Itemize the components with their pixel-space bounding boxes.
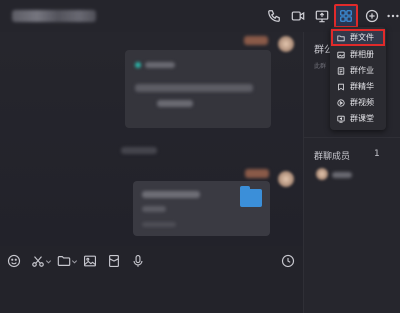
message-text-redacted	[135, 62, 141, 68]
folder-icon	[337, 35, 345, 41]
divider	[304, 137, 400, 138]
menu-item-group-essence[interactable]: 群精华	[332, 79, 384, 94]
announcement-preview: 此群	[314, 63, 327, 70]
album-icon	[337, 51, 345, 58]
message-bubble[interactable]	[125, 50, 271, 128]
menu-item-label: 群精华	[350, 82, 374, 91]
menu-item-group-files[interactable]: 群文件	[331, 29, 385, 46]
member-name-redacted	[332, 172, 352, 178]
menu-item-group-video[interactable]: 群视频	[332, 95, 384, 110]
red-packet-icon[interactable]	[106, 253, 122, 269]
menu-item-group-homework[interactable]: 群作业	[332, 63, 384, 78]
file-source-redacted	[142, 222, 176, 227]
history-clock-icon[interactable]	[280, 253, 296, 269]
homework-icon	[337, 66, 345, 75]
video-icon	[337, 98, 345, 107]
more-icon[interactable]	[386, 8, 400, 24]
message-text-redacted	[145, 62, 175, 68]
menu-item-group-classroom[interactable]: 群课堂	[332, 111, 384, 126]
chevron-down-icon[interactable]	[44, 253, 52, 269]
message-text-redacted	[157, 100, 193, 107]
menu-item-label: 群视频	[350, 98, 374, 107]
message-list[interactable]	[0, 32, 303, 246]
add-icon[interactable]	[364, 8, 380, 24]
sender-name-redacted	[245, 169, 269, 178]
emoji-icon[interactable]	[6, 253, 22, 269]
video-icon[interactable]	[290, 8, 306, 24]
avatar[interactable]	[278, 171, 294, 187]
menu-item-label: 群文件	[350, 33, 374, 42]
input-toolbar	[0, 246, 303, 276]
phone-icon[interactable]	[266, 8, 282, 24]
chevron-down-icon[interactable]	[70, 253, 78, 269]
avatar[interactable]	[278, 36, 294, 52]
file-name-redacted	[142, 191, 200, 198]
menu-item-label: 群作业	[350, 66, 374, 75]
screen-share-icon[interactable]	[314, 8, 330, 24]
avatar[interactable]	[316, 168, 328, 180]
microphone-icon[interactable]	[130, 253, 146, 269]
members-label[interactable]: 群聊成员	[314, 149, 350, 162]
sender-name-redacted	[244, 36, 268, 45]
message-text-redacted	[135, 84, 253, 92]
message-input[interactable]	[0, 276, 303, 313]
apps-grid-icon[interactable]	[338, 8, 354, 24]
chat-window: 群公 此群 群聊成员 1 群文件 群相册 群作业 群精华 群视频 群课堂	[0, 0, 400, 313]
folder-icon	[240, 186, 262, 207]
file-size-redacted	[142, 206, 166, 212]
image-icon[interactable]	[82, 253, 98, 269]
essence-icon	[338, 83, 344, 90]
menu-item-group-album[interactable]: 群相册	[332, 47, 384, 62]
menu-item-label: 群相册	[350, 50, 374, 59]
system-notice-redacted	[121, 147, 157, 154]
menu-item-label: 群课堂	[350, 114, 374, 123]
members-count: 1	[374, 149, 380, 159]
group-apps-dropdown: 群文件 群相册 群作业 群精华 群视频 群课堂	[330, 27, 386, 130]
chat-title-redacted	[12, 10, 96, 22]
file-message-card[interactable]	[133, 181, 270, 236]
classroom-icon	[337, 115, 345, 123]
